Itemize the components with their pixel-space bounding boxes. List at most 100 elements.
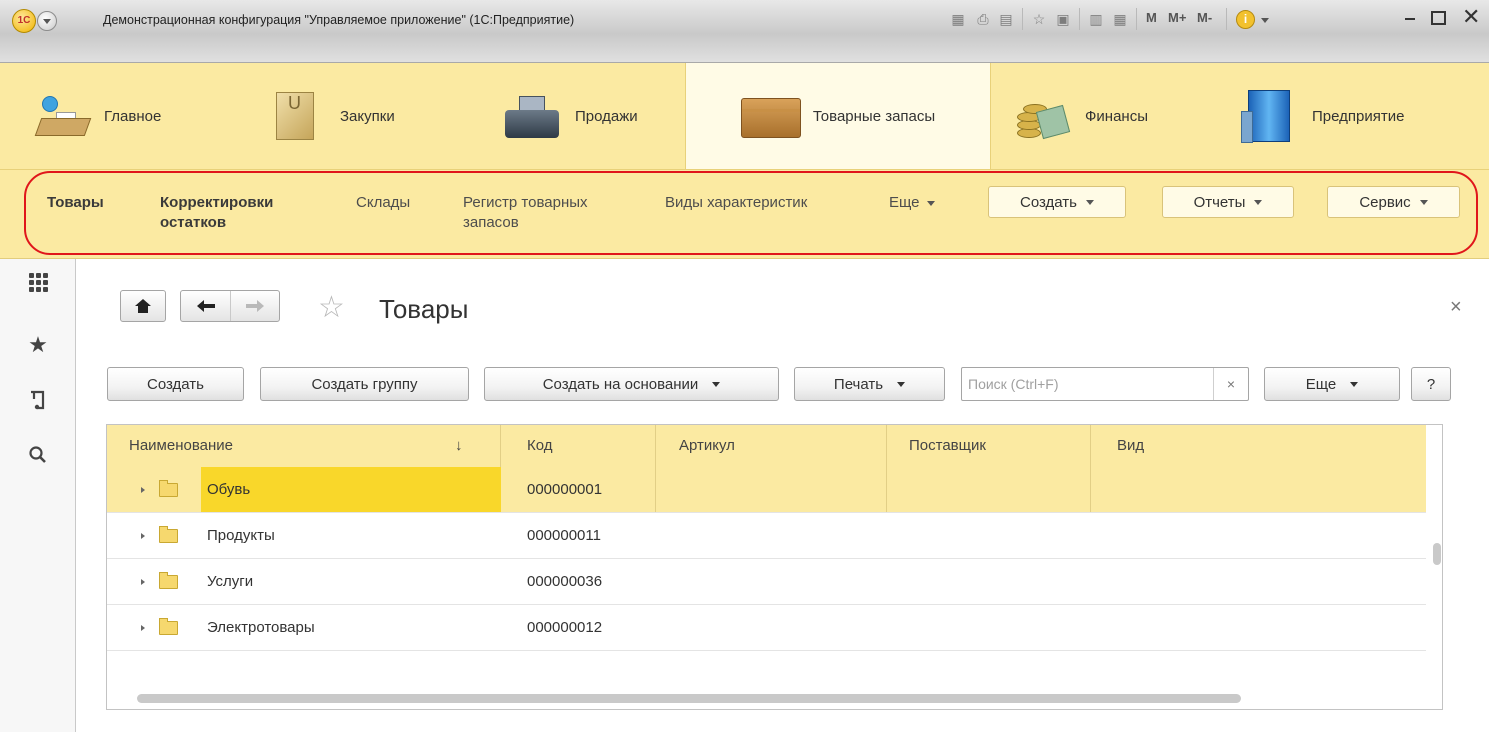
create-group-button[interactable]: Создать группу (260, 367, 469, 401)
create-button[interactable]: Создать (107, 367, 244, 401)
window-title: Демонстрационная конфигурация "Управляем… (103, 13, 575, 27)
preview-icon[interactable]: ▤ (998, 11, 1014, 27)
back-button[interactable] (181, 291, 232, 321)
cash-register-icon (503, 90, 561, 142)
nav-create-button[interactable]: Создать (988, 186, 1126, 218)
home-button[interactable] (120, 290, 166, 322)
cell-code: 000000001 (527, 481, 603, 498)
search-input[interactable] (968, 374, 1208, 394)
form-title: Товары (379, 294, 469, 324)
table-row[interactable]: Услуги 000000036 (107, 559, 1426, 605)
folder-icon (159, 526, 178, 543)
forward-button[interactable] (231, 291, 279, 321)
favorites-icon[interactable]: ▣ (1055, 11, 1071, 27)
nav-link-stock-register[interactable]: Регистр товарных запасов (463, 193, 588, 233)
cell-name: Продукты (207, 527, 275, 544)
m-minus-button[interactable]: M- (1197, 10, 1212, 25)
horizontal-scrollbar[interactable] (107, 689, 1426, 707)
section-label: Продажи (575, 107, 638, 125)
more-actions-button[interactable]: Еще (1264, 367, 1400, 401)
cell-code: 000000036 (527, 573, 603, 590)
column-header-name[interactable]: Наименование (129, 425, 233, 467)
nav-link-warehouses[interactable]: Склады (356, 193, 410, 213)
nav-link-goods[interactable]: Товары (47, 193, 104, 213)
expand-icon[interactable] (141, 533, 145, 539)
cell-name: Услуги (207, 573, 254, 590)
goods-table: Наименование ↓ Код Артикул Поставщик Вид… (106, 424, 1443, 710)
folder-icon (159, 572, 178, 589)
section-enterprise[interactable]: Предприятие (1240, 63, 1404, 169)
horizontal-scroll-thumb[interactable] (137, 694, 1241, 703)
maximize-icon[interactable] (1431, 11, 1446, 25)
section-main[interactable]: Главное (32, 63, 161, 169)
table-row[interactable]: Обувь 000000001 (107, 467, 1426, 513)
vertical-scroll-thumb[interactable] (1433, 543, 1441, 565)
nav-more-button[interactable]: Еще (889, 193, 935, 213)
favorites-star-icon[interactable]: ★ (26, 333, 50, 357)
left-toolbar: ★ (0, 259, 76, 732)
info-dropdown-icon[interactable] (1261, 18, 1269, 23)
m-plus-button[interactable]: M+ (1168, 10, 1186, 25)
sections-panel: Главное Закупки Продажи Товарные запасы … (0, 63, 1489, 170)
print-icon[interactable]: ⎙ (975, 11, 991, 27)
main-menu-button[interactable] (37, 11, 57, 31)
search-clear-icon[interactable]: × (1213, 368, 1248, 400)
create-based-on-button[interactable]: Создать на основании (484, 367, 779, 401)
sort-indicator-icon[interactable]: ↓ (455, 425, 463, 467)
back-forward-group (180, 290, 280, 322)
cell-code: 000000012 (527, 619, 603, 636)
close-window-icon[interactable]: ✕ (1462, 4, 1480, 30)
form-close-icon[interactable]: × (1450, 296, 1462, 319)
arrow-right-icon (246, 300, 265, 312)
expand-icon[interactable] (141, 487, 145, 493)
history-icon[interactable] (26, 389, 50, 413)
cell-code: 000000011 (527, 527, 601, 544)
search-field[interactable]: × (961, 367, 1249, 401)
m-button[interactable]: M (1146, 10, 1157, 25)
table-row[interactable]: Продукты 000000011 (107, 513, 1426, 559)
calendar-icon[interactable]: ▦ (1112, 11, 1128, 27)
all-functions-icon[interactable] (29, 273, 53, 297)
nav-service-button[interactable]: Сервис (1327, 186, 1460, 218)
table-row[interactable]: Электротовары 000000012 (107, 605, 1426, 651)
table-header: Наименование ↓ Код Артикул Поставщик Вид (107, 425, 1426, 468)
favorite-star-icon[interactable]: ☆ (318, 290, 345, 325)
section-sales[interactable]: Продажи (503, 63, 638, 169)
cell-name: Электротовары (207, 619, 315, 636)
nav-link-characteristic-types[interactable]: Виды характеристик (665, 193, 807, 213)
vertical-scrollbar[interactable] (1426, 425, 1442, 709)
expand-icon[interactable] (141, 579, 145, 585)
shopping-bag-icon (268, 90, 326, 142)
folder-icon (159, 480, 178, 497)
section-label: Закупки (340, 107, 395, 125)
expand-icon[interactable] (141, 625, 145, 631)
calculator-icon[interactable]: ▥ (1088, 11, 1104, 27)
section-label: Предприятие (1312, 107, 1405, 125)
cell-name: Обувь (207, 481, 251, 498)
column-header-article[interactable]: Артикул (679, 425, 735, 467)
section-inventory[interactable]: Товарные запасы (685, 63, 991, 169)
section-finance[interactable]: Финансы (1013, 63, 1148, 169)
section-purchases[interactable]: Закупки (268, 63, 395, 169)
arrow-left-icon (196, 300, 215, 312)
title-bar: 1С Демонстрационная конфигурация "Управл… (0, 0, 1489, 63)
save-icon[interactable]: ▦ (950, 11, 966, 27)
section-label: Главное (104, 107, 162, 125)
column-header-supplier[interactable]: Поставщик (909, 425, 986, 467)
nav-reports-button[interactable]: Отчеты (1162, 186, 1294, 218)
column-header-code[interactable]: Код (527, 425, 553, 467)
desk-lamp-icon (32, 90, 92, 142)
column-header-kind[interactable]: Вид (1117, 425, 1144, 467)
logo-1c-icon[interactable]: 1С (12, 9, 36, 33)
nav-link-adjustments[interactable]: Корректировки остатков (160, 193, 273, 233)
info-icon[interactable]: i (1236, 10, 1255, 29)
building-icon (1240, 90, 1298, 143)
home-icon (135, 299, 151, 313)
minimize-icon[interactable] (1405, 18, 1415, 20)
search-icon[interactable] (26, 445, 50, 469)
help-button[interactable]: ? (1411, 367, 1451, 401)
print-button[interactable]: Печать (794, 367, 945, 401)
add-favorite-icon[interactable]: ☆ (1031, 11, 1047, 27)
box-icon (740, 90, 801, 142)
folder-icon (159, 618, 178, 635)
